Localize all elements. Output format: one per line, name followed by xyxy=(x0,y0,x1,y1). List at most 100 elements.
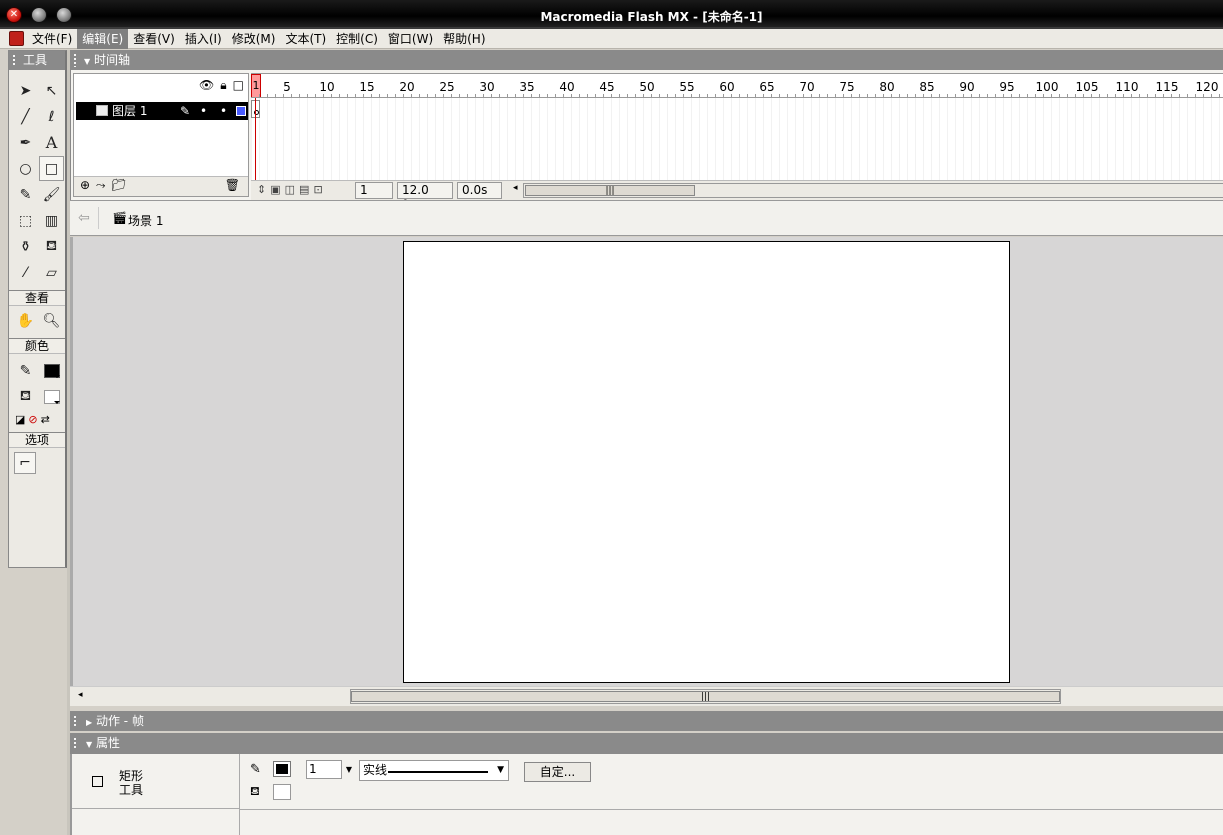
actions-panel-header[interactable]: ▶ 动作 - 帧 xyxy=(70,711,1223,731)
timeline-header[interactable]: ▼ 时间轴 xyxy=(70,50,1223,70)
frame-ruler[interactable]: 1 5 10 15 20 25 30 35 40 45 50 55 60 65 70 75 80 85 90 95 1… xyxy=(251,74,1223,98)
delete-layer-icon[interactable]: 🗑︎ xyxy=(225,178,240,192)
app-icon[interactable] xyxy=(9,31,24,46)
paint-bucket-tool[interactable]: ⛾ xyxy=(39,234,64,259)
scroll-thumb[interactable]: ||| xyxy=(525,185,695,196)
ruler-minor-tick xyxy=(387,94,388,97)
menu-item[interactable]: 文本(T) xyxy=(280,29,331,49)
ruler-minor-tick xyxy=(963,94,964,97)
scroll-left-arrow-icon[interactable]: ◂ xyxy=(78,690,83,700)
timeline-h-scrollbar[interactable]: ||| xyxy=(523,183,1223,198)
eyedropper-tool[interactable]: ⁄ xyxy=(13,260,38,285)
scene-icon: 🎬︎ xyxy=(112,211,128,225)
properties-panel-header[interactable]: ▼ 属性 xyxy=(70,733,1223,754)
hand-tool[interactable]: ✋ xyxy=(13,308,38,333)
ruler-tick-label: 90 xyxy=(959,80,975,94)
round-rect-option[interactable]: ⌐ xyxy=(14,452,36,474)
scroll-left-arrow-icon[interactable]: ◂ xyxy=(513,183,518,193)
brush-icon: 🖌 xyxy=(42,186,61,203)
ruler-minor-tick xyxy=(571,94,572,97)
menu-item[interactable]: 控制(C) xyxy=(331,29,383,49)
modify-markers-icon[interactable]: ⊡ xyxy=(313,183,322,196)
zoom-tool[interactable]: 🔍︎ xyxy=(39,308,64,333)
insert-layer-icon[interactable]: ⊕ xyxy=(80,178,91,192)
ruler-minor-tick xyxy=(915,94,916,97)
ruler-minor-tick xyxy=(835,94,836,97)
onion-skin-icon[interactable]: ▣ xyxy=(270,183,280,196)
menu-item[interactable]: 窗口(W) xyxy=(383,29,438,49)
scroll-thumb[interactable]: ||| xyxy=(351,691,1060,702)
grip-icon[interactable] xyxy=(12,54,16,67)
back-arrow-icon[interactable]: ⇦ xyxy=(78,210,90,226)
grip-icon[interactable] xyxy=(73,737,77,750)
ruler-minor-tick xyxy=(635,94,636,97)
frames-area[interactable]: 1 5 10 15 20 25 30 35 40 45 50 55 60 65 70 75 80 85 90 95 1… xyxy=(251,73,1223,197)
ruler-minor-tick xyxy=(675,94,676,97)
grip-icon[interactable] xyxy=(73,53,77,67)
fill-bucket-icon: ⛾ xyxy=(250,784,260,798)
center-frame-icon[interactable]: ⇕ xyxy=(257,183,266,196)
menu-item[interactable]: 文件(F) xyxy=(27,29,77,49)
menu-item[interactable]: 修改(M) xyxy=(227,29,281,49)
menu-item[interactable]: 编辑(E) xyxy=(77,29,129,49)
rectangle-tool[interactable]: □ xyxy=(39,156,64,181)
free-transform-tool[interactable]: ⬚ xyxy=(13,208,38,233)
eye-icon[interactable]: 👁︎ xyxy=(199,78,214,93)
ruler-tick-label: 70 xyxy=(799,80,815,94)
stroke-color-swatch[interactable] xyxy=(273,761,291,777)
insert-folder-icon[interactable]: 📁︎ xyxy=(111,178,127,192)
default-colors-icon[interactable]: ◪ xyxy=(15,413,25,426)
ruler-minor-tick xyxy=(667,94,668,97)
line-tool[interactable]: ╱ xyxy=(13,104,38,129)
custom-stroke-button[interactable]: 自定... xyxy=(524,762,591,782)
fps-field[interactable]: 12.0 fps xyxy=(397,182,453,212)
no-color-icon[interactable]: ⊘ xyxy=(28,413,37,426)
stage[interactable] xyxy=(403,241,1010,683)
fill-color-swatch[interactable] xyxy=(273,784,291,800)
rectangle-icon: □ xyxy=(44,160,59,177)
collapse-triangle-icon: ▼ xyxy=(84,57,91,66)
brush-tool[interactable]: 🖌 xyxy=(39,182,64,207)
edit-multiple-icon[interactable]: ▤ xyxy=(299,183,309,196)
layer-color-swatch[interactable] xyxy=(236,106,246,116)
ruler-minor-tick xyxy=(923,94,924,97)
stroke-pencil-icon: ✎ xyxy=(250,762,261,777)
onion-outline-icon[interactable]: ◫ xyxy=(285,183,295,196)
ruler-minor-tick xyxy=(515,94,516,97)
tools-panel-header[interactable]: 工具 xyxy=(9,51,65,70)
add-guide-layer-icon[interactable]: ⤳ xyxy=(96,178,107,192)
visible-dot-icon[interactable]: • xyxy=(200,102,207,120)
layer-row[interactable]: 图层 1 ✎ • • xyxy=(76,102,248,120)
pencil-tool[interactable]: ✎ xyxy=(13,182,38,207)
stroke-color-swatch[interactable] xyxy=(39,358,64,383)
menu-item[interactable]: 查看(V) xyxy=(128,29,180,49)
ink-bottle-tool[interactable]: ⚱ xyxy=(13,234,38,259)
ruler-minor-tick xyxy=(1155,94,1156,97)
ruler-minor-tick xyxy=(307,94,308,97)
stroke-style-select[interactable]: 实线 ▼ xyxy=(359,760,509,781)
oval-tool[interactable]: ○ xyxy=(13,156,38,181)
workspace[interactable] xyxy=(70,237,1223,686)
pen-tool[interactable]: ✒ xyxy=(13,130,38,155)
ruler-minor-tick xyxy=(1115,94,1116,97)
arrow-tool[interactable]: ➤ xyxy=(13,78,38,103)
stroke-width-dropdown-icon[interactable]: ▼ xyxy=(344,760,354,779)
outline-icon[interactable]: □ xyxy=(233,78,244,93)
layer-name[interactable]: 图层 1 xyxy=(112,104,147,118)
lock-icon[interactable]: 🔒︎ xyxy=(220,78,226,93)
menu-item[interactable]: 插入(I) xyxy=(180,29,227,49)
swap-colors-icon[interactable]: ⇄ xyxy=(41,413,50,426)
grip-icon[interactable] xyxy=(73,715,77,728)
fill-transform-tool[interactable]: ▥ xyxy=(39,208,64,233)
menu-item[interactable]: 帮助(H) xyxy=(438,29,490,49)
subselect-tool[interactable]: ↖ xyxy=(39,78,64,103)
frame-grid[interactable] xyxy=(251,98,1223,180)
text-tool[interactable]: A xyxy=(39,130,64,155)
eraser-tool[interactable]: ▱ xyxy=(39,260,64,285)
stage-h-scrollbar[interactable]: ||| xyxy=(350,689,1061,704)
scene-breadcrumb[interactable]: 场景 1 xyxy=(128,212,163,229)
lasso-tool[interactable]: ℓ xyxy=(39,104,64,129)
lock-dot-icon[interactable]: • xyxy=(220,102,227,120)
fill-color-swatch[interactable] xyxy=(39,384,64,409)
stroke-width-input[interactable]: 1 xyxy=(306,760,342,779)
